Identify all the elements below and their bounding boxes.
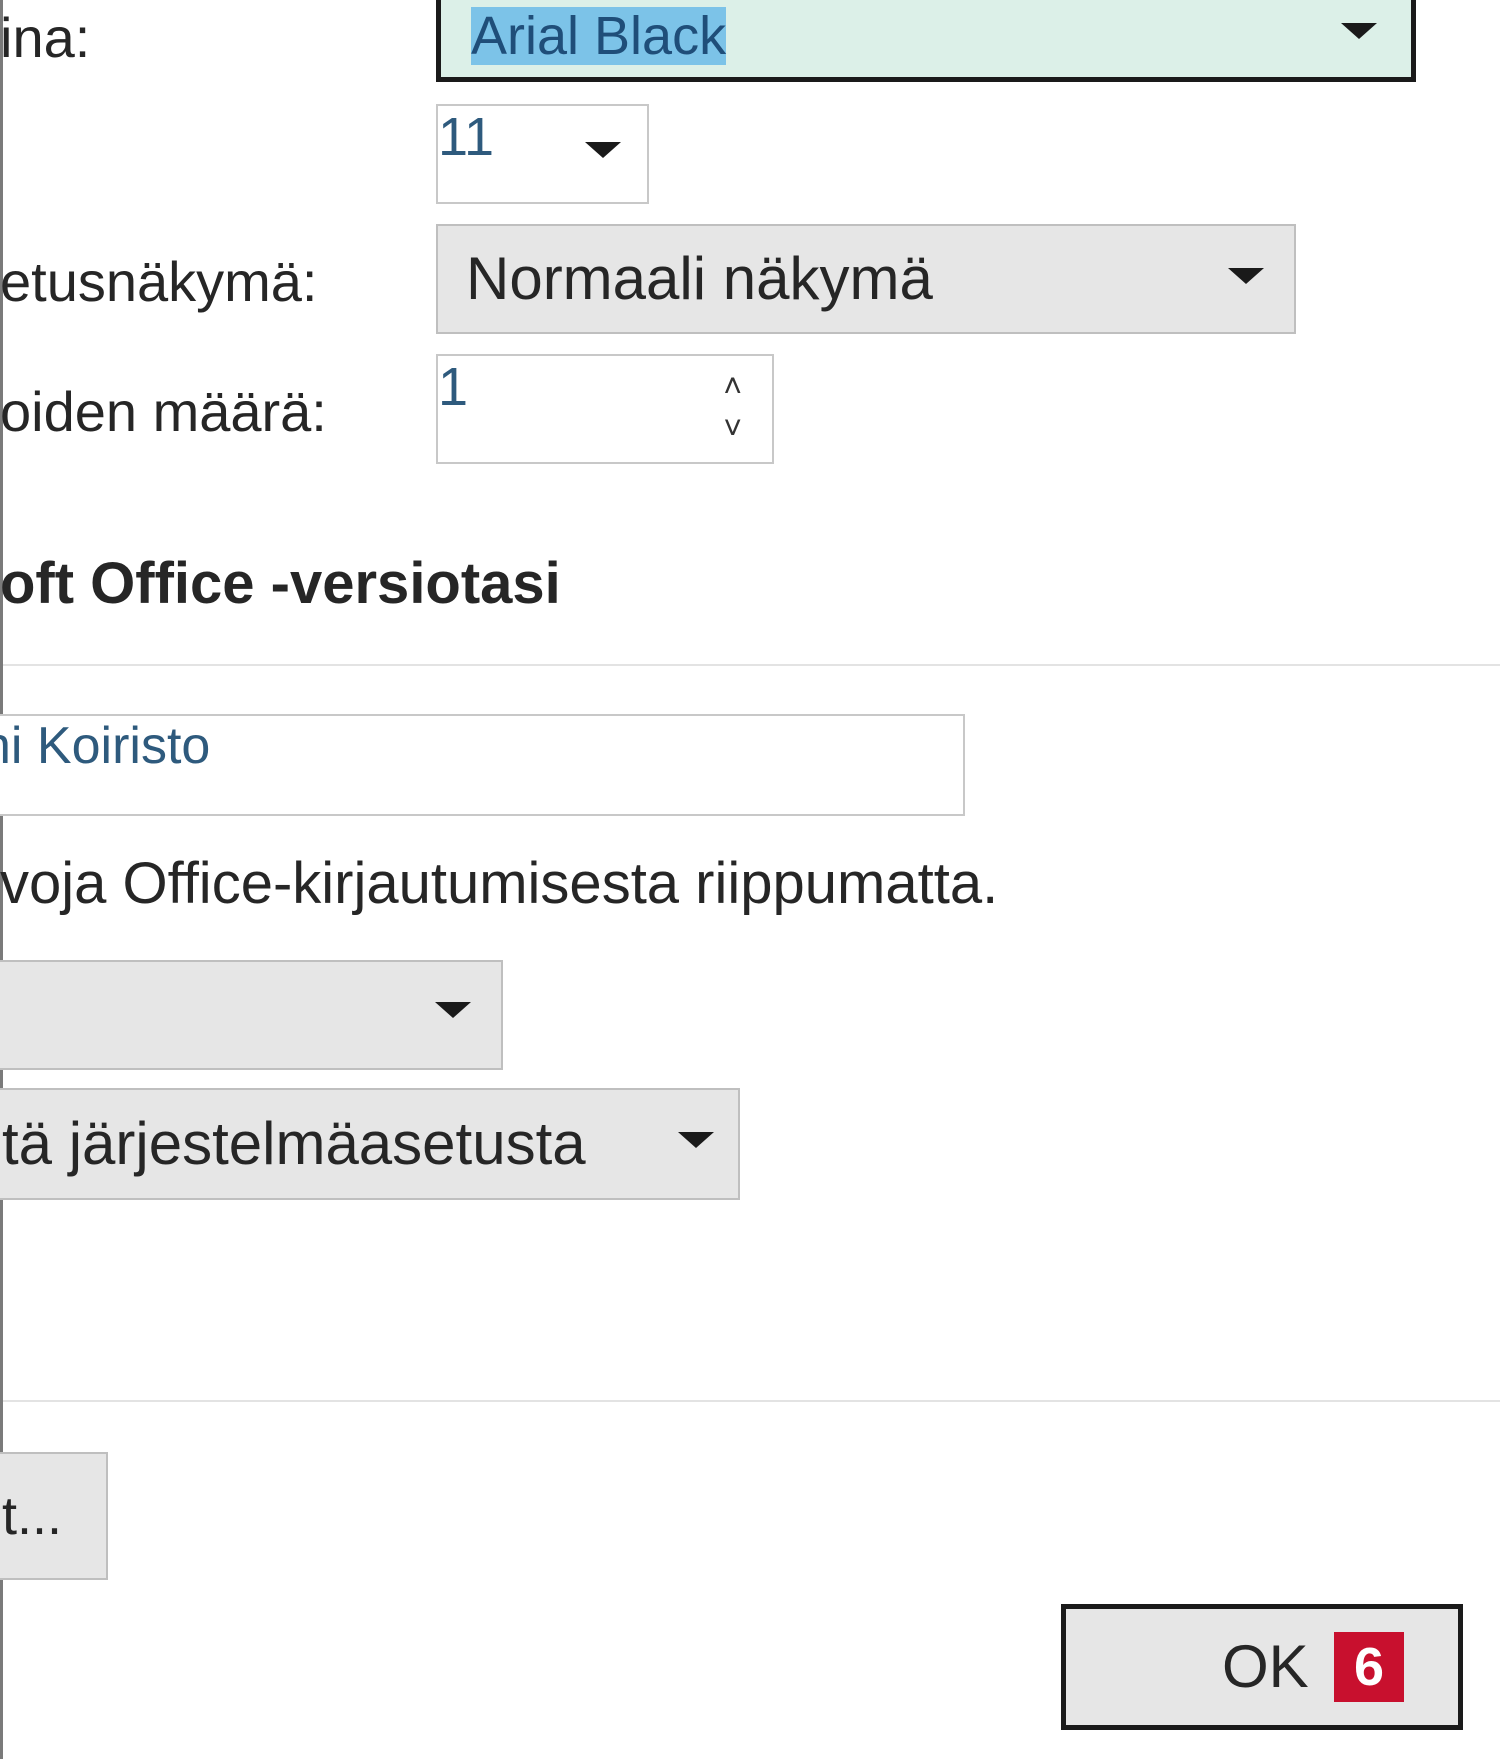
font-size-value: 11	[438, 107, 495, 167]
chevron-up-icon[interactable]: ˄	[723, 370, 742, 402]
default-view-label: etusnäkymä:	[0, 250, 318, 313]
font-dropdown-value: Arial Black	[471, 6, 727, 66]
theme-dropdown-value: tä järjestelmäasetusta	[2, 1110, 586, 1177]
chevron-down-icon[interactable]: ˅	[723, 412, 742, 444]
options-button[interactable]: t...	[0, 1452, 108, 1580]
default-view-dropdown[interactable]: Normaali näkymä	[436, 224, 1296, 334]
section-divider	[3, 664, 1500, 666]
font-label: ina:	[0, 6, 91, 69]
font-dropdown[interactable]: Arial Black	[436, 0, 1416, 82]
count-label: oiden määrä:	[0, 380, 327, 443]
caret-down-icon[interactable]	[585, 142, 621, 158]
step-badge: 6	[1334, 1632, 1404, 1702]
theme-dropdown[interactable]: tä järjestelmäasetusta	[0, 1088, 740, 1200]
background-dropdown[interactable]	[0, 960, 503, 1070]
caret-down-icon[interactable]	[1341, 23, 1377, 39]
username-field[interactable]: ni Koiristo	[0, 714, 965, 816]
count-value: 1	[438, 357, 469, 417]
caret-down-icon[interactable]	[678, 1132, 714, 1148]
ok-button-label: OK	[1222, 1633, 1309, 1700]
bottom-divider	[3, 1400, 1500, 1402]
caret-down-icon[interactable]	[435, 1002, 471, 1018]
font-size-dropdown[interactable]: 11	[436, 104, 649, 204]
section-heading: oft Office -versiotasi	[0, 551, 561, 616]
caret-down-icon[interactable]	[1228, 268, 1264, 284]
options-button-label: t...	[2, 1486, 63, 1546]
ok-button[interactable]: OK 6	[1061, 1604, 1463, 1730]
count-spinner[interactable]: 1 ˄ ˅	[436, 354, 774, 464]
username-value: ni Koiristo	[0, 717, 211, 775]
default-view-value: Normaali näkymä	[466, 245, 933, 312]
sign-in-info-text: voja Office-kirjautumisesta riippumatta.	[0, 851, 999, 916]
